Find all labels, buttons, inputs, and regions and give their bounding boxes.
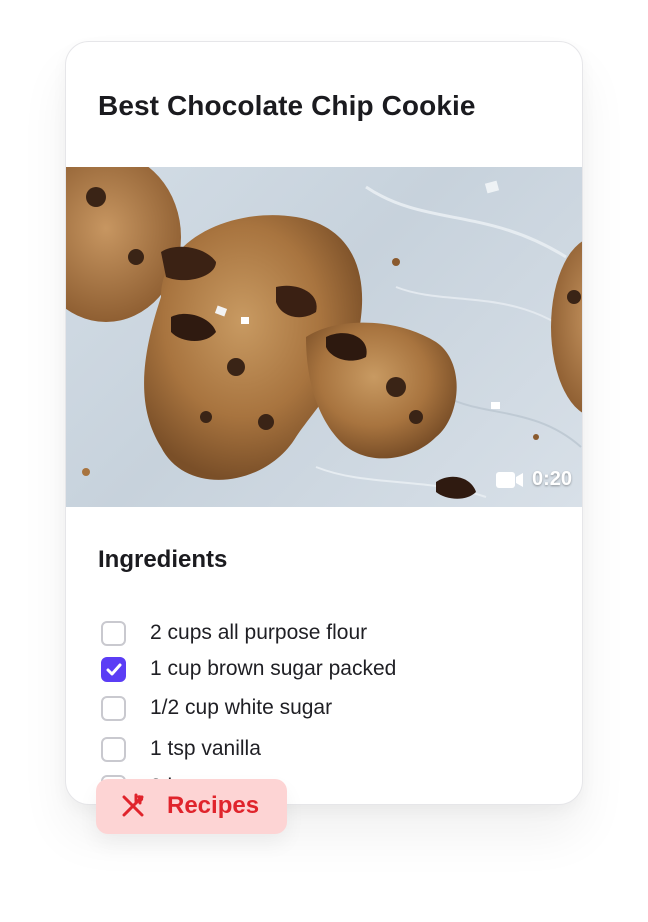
ingredient-checkbox[interactable] — [101, 656, 126, 682]
checkmark-icon — [106, 663, 121, 675]
ingredient-checkbox[interactable] — [101, 620, 126, 646]
page: Best Chocolate Chip Cookie 0:20 Ingredie… — [0, 0, 648, 922]
ingredient-checkbox[interactable] — [101, 736, 126, 762]
ingredient-label: 2 cups all purpose flour — [150, 621, 368, 644]
ingredient-item[interactable]: 1 tsp vanilla — [101, 734, 261, 764]
ingredient-item[interactable]: 1/2 cup white sugar — [101, 693, 332, 723]
ingredient-item[interactable]: 1 cup brown sugar packed — [101, 654, 396, 684]
ingredient-label: 1 tsp vanilla — [150, 737, 261, 760]
fork-knife-icon — [122, 793, 144, 817]
ingredient-item[interactable]: 2 cups all purpose flour — [101, 618, 367, 648]
ingredient-label: 1 cup brown sugar packed — [150, 657, 397, 680]
card-list-layer: 2 cups all purpose flour 1 cup brown suga… — [65, 41, 583, 805]
ingredient-checkbox[interactable] — [101, 695, 126, 721]
ingredient-label: 1/2 cup white sugar — [150, 696, 333, 719]
recipes-tag-label: Recipes — [167, 792, 260, 819]
recipes-tag[interactable]: Recipes — [96, 779, 287, 834]
